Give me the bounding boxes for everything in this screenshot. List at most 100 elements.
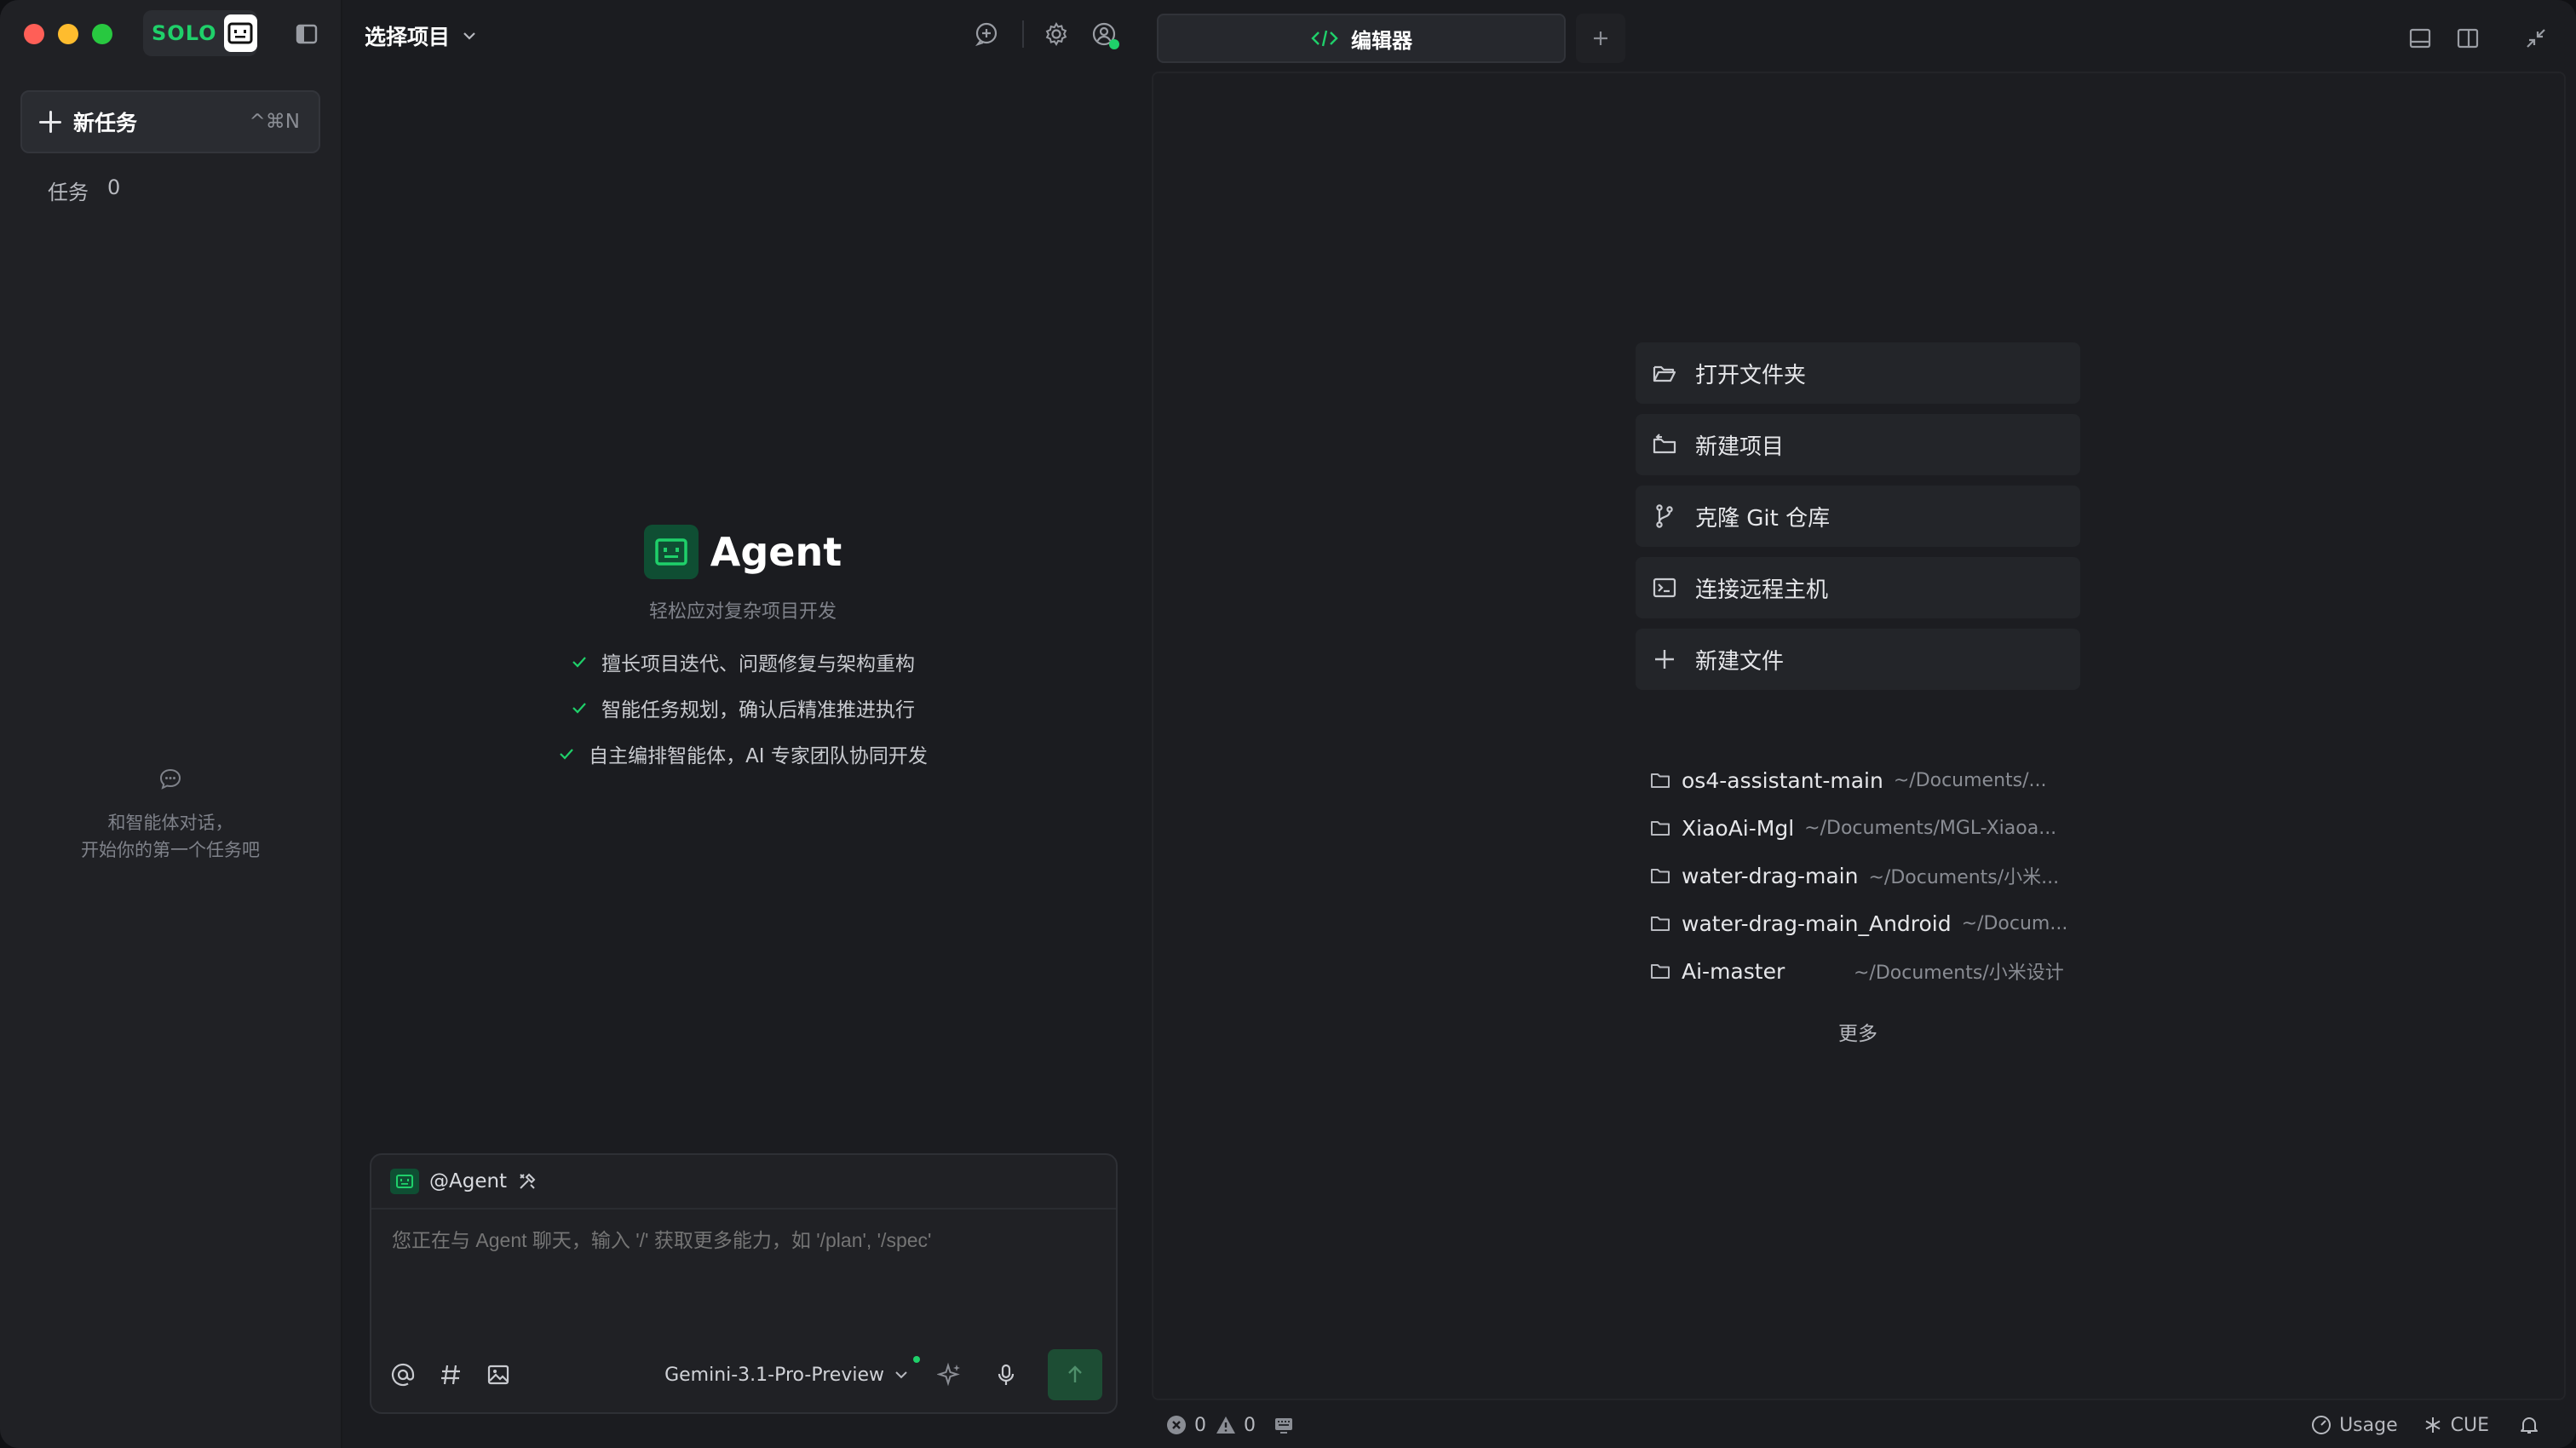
warnings-indicator[interactable]: 0	[1215, 1414, 1256, 1436]
new-project-icon	[1653, 434, 1676, 454]
model-select-dropdown[interactable]: Gemini-3.1-Pro-Preview	[664, 1355, 920, 1386]
agent-robot-icon	[390, 1169, 419, 1194]
recent-project-item[interactable]: water-drag-main ~/Documents/小米...	[1649, 852, 2092, 899]
account-icon[interactable]	[1090, 20, 1119, 49]
git-branch-icon	[1656, 504, 1673, 528]
project-select-dropdown[interactable]: 选择项目	[365, 20, 477, 51]
keyboard-indicator[interactable]	[1273, 1414, 1295, 1436]
robot-icon	[223, 14, 257, 52]
toolbar-divider	[1022, 20, 1024, 48]
new-task-shortcut: ^⌘N	[249, 111, 300, 133]
gauge-icon	[2312, 1416, 2332, 1434]
feature-item: 智能任务规划，确认后精准推进执行	[571, 693, 915, 722]
editor-actions: 打开文件夹 新建项目 克隆 Git 仓库 连接远程主机 新建文件	[1636, 342, 2080, 700]
action-label: 打开文件夹	[1695, 362, 1807, 388]
new-project-button[interactable]: 新建项目	[1636, 414, 2080, 475]
feature-item: 擅长项目迭代、问题修复与架构重构	[571, 647, 915, 676]
feature-list: 擅长项目迭代、问题修复与架构重构 智能任务规划，确认后精准推进执行 自主编排智能…	[342, 647, 1143, 768]
feature-text: 擅长项目迭代、问题修复与架构重构	[601, 653, 915, 675]
send-button[interactable]	[1048, 1349, 1102, 1400]
chat-input[interactable]	[390, 1228, 1101, 1253]
app-logo: SOLO	[143, 10, 257, 56]
bottom-panel-toggle-icon[interactable]	[2407, 26, 2433, 51]
recent-project-name: Ai-master	[1682, 958, 1785, 984]
status-bar: 0 0 Usage CUE	[1145, 1402, 2576, 1448]
usage-label: Usage	[2339, 1414, 2398, 1436]
chat-bubble-icon	[159, 768, 181, 790]
recent-project-path: ~/Documents/MGL-Xiaoa...	[1804, 817, 2057, 839]
image-icon[interactable]	[486, 1362, 511, 1388]
recent-project-path: ~/Documents/...	[1893, 769, 2047, 791]
cue-label: CUE	[2450, 1414, 2489, 1436]
recent-project-item[interactable]: water-drag-main_Android ~/Docum...	[1649, 899, 2092, 947]
add-tab-button[interactable]	[1576, 14, 1625, 63]
model-status-dot	[913, 1355, 920, 1363]
recent-project-item[interactable]: os4-assistant-main ~/Documents/...	[1649, 756, 2092, 804]
recent-project-item[interactable]: Ai-master ~/Documents/小米设计	[1649, 947, 2092, 995]
open-folder-button[interactable]: 打开文件夹	[1636, 342, 2080, 404]
check-icon	[560, 749, 573, 760]
agent-mention-tag[interactable]: @Agent	[429, 1170, 507, 1192]
empty-tasks-hint: 和智能体对话， 开始你的第一个任务吧	[0, 767, 341, 864]
action-label: 连接远程主机	[1695, 577, 1829, 603]
arrow-up-icon	[1068, 1365, 1082, 1382]
sidebar-toggle-icon[interactable]	[295, 22, 319, 46]
new-file-button[interactable]: 新建文件	[1636, 629, 2080, 690]
recent-project-name: water-drag-main	[1682, 863, 1859, 888]
plus-icon	[1594, 32, 1607, 45]
check-icon	[572, 657, 586, 668]
editor-body	[1152, 72, 2566, 1400]
recent-project-name: water-drag-main_Android	[1682, 911, 1952, 936]
zoom-window-button[interactable]	[92, 24, 112, 44]
composer-footer: Gemini-3.1-Pro-Preview	[390, 1349, 1102, 1400]
connect-remote-button[interactable]: 连接远程主机	[1636, 557, 2080, 618]
empty-hint-line2: 开始你的第一个任务吧	[81, 840, 260, 860]
error-icon	[1167, 1416, 1186, 1434]
agent-panel: 选择项目 Agent 轻松应对复杂项目开发 擅长项目迭代、问题修复与架构重构 智…	[342, 0, 1143, 1448]
warnings-count: 0	[1244, 1414, 1256, 1436]
microphone-icon[interactable]	[993, 1362, 1019, 1388]
code-icon	[1311, 30, 1338, 47]
tasks-section-header[interactable]: 任务 0	[48, 175, 120, 205]
errors-count: 0	[1194, 1414, 1206, 1436]
recent-projects-list: os4-assistant-main ~/Documents/... XiaoA…	[1649, 756, 2092, 995]
bell-icon[interactable]	[2518, 1414, 2540, 1436]
close-window-button[interactable]	[24, 24, 44, 44]
recent-project-name: os4-assistant-main	[1682, 767, 1883, 793]
side-panel-toggle-icon[interactable]	[2455, 26, 2481, 51]
tab-editor[interactable]: 编辑器	[1157, 14, 1566, 63]
new-task-button[interactable]: 新任务 ^⌘N	[20, 90, 320, 153]
errors-indicator[interactable]: 0	[1165, 1414, 1206, 1436]
logo-text: SOLO	[152, 21, 217, 45]
usage-button[interactable]: Usage	[2310, 1414, 2398, 1436]
cue-button[interactable]: CUE	[2422, 1414, 2489, 1436]
recent-project-name: XiaoAi-Mgl	[1682, 815, 1795, 841]
agent-robot-icon	[643, 525, 699, 579]
more-projects-link[interactable]: 更多	[1636, 1017, 2080, 1046]
at-mention-icon[interactable]	[390, 1362, 416, 1388]
folder-open-icon	[1653, 365, 1676, 382]
folder-icon	[1651, 773, 1670, 788]
clone-git-button[interactable]: 克隆 Git 仓库	[1636, 486, 2080, 547]
agent-intro: Agent 轻松应对复杂项目开发 擅长项目迭代、问题修复与架构重构 智能任务规划…	[342, 525, 1143, 768]
recent-project-path: ~/Documents/小米...	[1868, 867, 2060, 888]
chevron-down-icon	[895, 1371, 907, 1379]
project-select-label: 选择项目	[365, 25, 451, 49]
minimize-window-button[interactable]	[58, 24, 78, 44]
keyboard-icon	[1275, 1418, 1292, 1434]
feature-text: 自主编排智能体，AI 专家团队协同开发	[589, 745, 928, 767]
agent-subtitle: 轻松应对复杂项目开发	[648, 601, 837, 623]
empty-hint-line1: 和智能体对话，	[107, 813, 233, 833]
feature-item: 自主编排智能体，AI 专家团队协同开发	[558, 739, 928, 768]
new-chat-icon[interactable]	[973, 20, 1000, 48]
feature-text: 智能任务规划，确认后精准推进执行	[601, 699, 915, 721]
hash-icon[interactable]	[438, 1362, 463, 1388]
sparkle-icon[interactable]	[937, 1362, 963, 1388]
app-window: SOLO 新任务 ^⌘N 任务 0 和智能体对话， 开始你的第一个任务吧 选择项…	[0, 0, 2576, 1448]
tasks-label: 任务	[48, 181, 89, 204]
tools-icon[interactable]	[517, 1171, 538, 1192]
asterisk-icon	[2425, 1417, 2441, 1433]
recent-project-item[interactable]: XiaoAi-Mgl ~/Documents/MGL-Xiaoa...	[1649, 804, 2092, 852]
gear-icon[interactable]	[1043, 20, 1070, 48]
collapse-icon[interactable]	[2523, 26, 2549, 51]
